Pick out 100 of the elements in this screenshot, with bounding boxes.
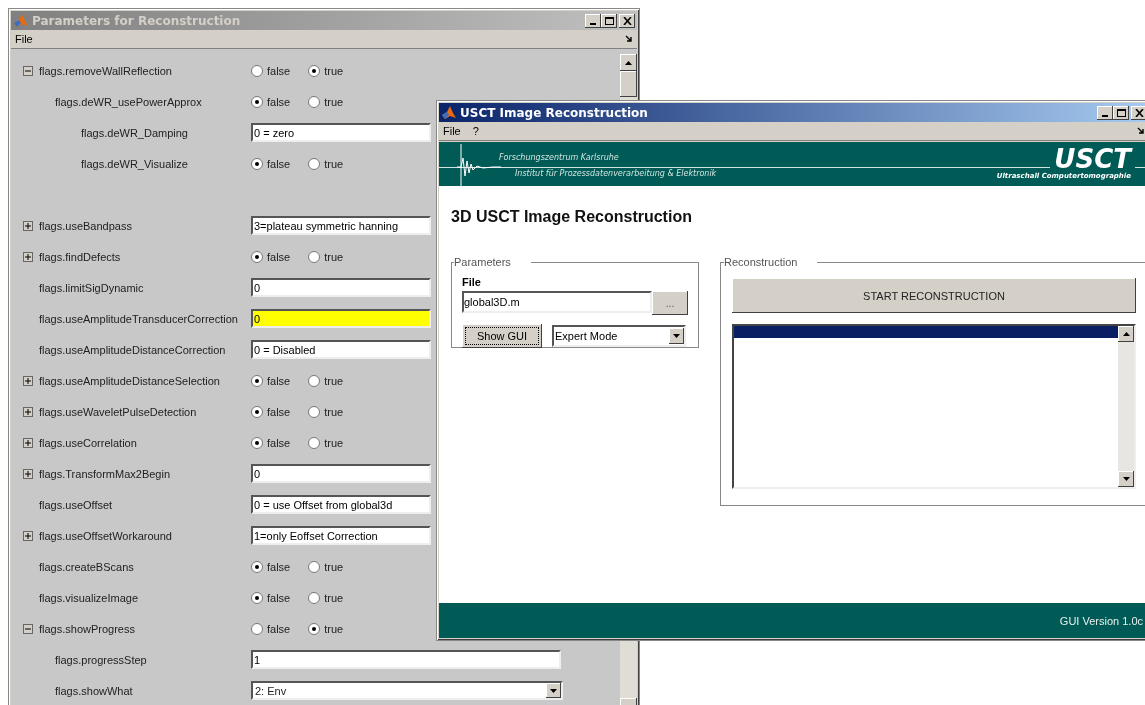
radio-icon[interactable]: [308, 436, 321, 449]
radio-icon[interactable]: [251, 64, 263, 77]
radio-option[interactable]: false: [251, 622, 291, 635]
surface-icon: [441, 104, 457, 121]
expand-icon[interactable]: [23, 375, 33, 386]
menu-item[interactable]: File: [15, 33, 33, 45]
radio-icon[interactable]: [251, 591, 263, 604]
input-field[interactable]: 1=only Eoffset Correction: [251, 526, 431, 545]
window-title: USCT Image Reconstruction: [460, 105, 649, 120]
scroll-up-icon[interactable]: [1122, 332, 1130, 336]
dock-arrow-icon[interactable]: [1137, 127, 1145, 135]
radio-icon[interactable]: [308, 374, 321, 387]
page-heading: 3D USCT Image Reconstruction: [451, 208, 693, 226]
dropdown-arrow-icon[interactable]: [673, 334, 680, 338]
radio-icon[interactable]: [251, 436, 263, 449]
parameter-label: flags.showProgress: [39, 622, 135, 635]
input-field[interactable]: 1: [251, 650, 561, 669]
input-field[interactable]: 0 = Disabled: [251, 340, 431, 359]
input-field[interactable]: 0 = use Offset from global3d: [251, 495, 431, 514]
radio-option[interactable]: true: [308, 64, 344, 77]
start-button[interactable]: START RECONSTRUCTION: [732, 278, 1136, 313]
expand-icon[interactable]: [23, 530, 33, 541]
mode-dropdown[interactable]: Expert Mode: [552, 325, 686, 347]
parameter-label: flags.removeWallReflection: [39, 64, 172, 77]
radio-option[interactable]: true: [308, 405, 344, 418]
scroll-down-icon[interactable]: [1122, 477, 1130, 481]
radio-option[interactable]: false: [251, 560, 291, 573]
radio-option[interactable]: true: [308, 374, 344, 387]
radio-icon[interactable]: [308, 250, 321, 263]
parameter-label: flags.useCorrelation: [39, 436, 137, 449]
radio-icon[interactable]: [308, 591, 321, 604]
scrollbar-thumb[interactable]: [620, 71, 637, 97]
menu-item[interactable]: ?: [472, 125, 479, 137]
file-field[interactable]: global3D.m: [462, 291, 652, 313]
radio-icon[interactable]: [251, 95, 263, 108]
expand-icon[interactable]: [23, 437, 33, 448]
radio-option[interactable]: true: [308, 622, 344, 635]
radio-icon[interactable]: [251, 250, 263, 263]
input-field[interactable]: 0 = zero: [251, 123, 431, 142]
menu-item[interactable]: File: [443, 125, 461, 137]
parameter-label: flags.useOffset: [39, 498, 113, 511]
radio-icon[interactable]: [251, 560, 263, 573]
expand-icon[interactable]: [23, 406, 33, 417]
expand-icon[interactable]: [23, 468, 33, 479]
parameter-label: flags.progressStep: [55, 653, 147, 666]
parameter-label: flags.TransformMax2Begin: [39, 467, 171, 480]
radio-icon[interactable]: [308, 622, 321, 635]
field-label: File: [462, 276, 482, 288]
parameter-label: flags.findDefects: [39, 250, 121, 263]
radio-option[interactable]: true: [308, 436, 344, 449]
expand-icon[interactable]: [23, 251, 33, 262]
dock-arrow-icon[interactable]: [625, 35, 633, 43]
radio-option[interactable]: true: [308, 95, 344, 108]
parameter-label: flags.deWR_Damping: [81, 126, 188, 139]
radio-option[interactable]: true: [308, 250, 344, 263]
input-field[interactable]: 0: [251, 464, 431, 483]
radio-icon[interactable]: [251, 374, 263, 387]
dropdown-arrow-icon[interactable]: [550, 688, 557, 693]
radio-icon[interactable]: [251, 405, 263, 418]
collapse-icon[interactable]: [23, 623, 33, 634]
expand-icon[interactable]: [23, 220, 33, 231]
radio-icon[interactable]: [308, 157, 321, 170]
radio-option[interactable]: false: [251, 157, 291, 170]
input-field[interactable]: 3=plateau symmetric hanning: [251, 216, 431, 235]
parameter-label: flags.limitSigDynamic: [39, 281, 144, 294]
radio-option[interactable]: false: [251, 374, 291, 387]
radio-icon[interactable]: [308, 560, 321, 573]
radio-option[interactable]: false: [251, 436, 291, 449]
dropdown[interactable]: 2: Env: [251, 681, 563, 700]
radio-icon[interactable]: [308, 64, 321, 77]
radio-option[interactable]: false: [251, 95, 291, 108]
parameter-label: flags.useBandpass: [39, 219, 132, 232]
show-gui-button[interactable]: Show GUI: [462, 324, 542, 348]
radio-option[interactable]: false: [251, 591, 291, 604]
group-title: Reconstruction: [724, 256, 799, 268]
radio-icon[interactable]: [251, 622, 263, 635]
parameter-label: flags.useAmplitudeDistanceCorrection: [39, 343, 226, 356]
radio-option[interactable]: false: [251, 250, 291, 263]
radio-icon[interactable]: [251, 157, 263, 170]
parameter-label: flags.createBScans: [39, 560, 134, 573]
parameter-label: flags.useWaveletPulseDetection: [39, 405, 197, 418]
radio-option[interactable]: true: [308, 157, 344, 170]
radio-option[interactable]: true: [308, 560, 344, 573]
banner-text: Forschungszentrum Karlsruhe: [499, 153, 619, 162]
log-list[interactable]: [732, 324, 1136, 489]
version-text: GUI Version 1.0c: [1059, 614, 1144, 627]
radio-option[interactable]: false: [251, 405, 291, 418]
scroll-up-icon[interactable]: [625, 60, 632, 65]
input-field[interactable]: 0: [251, 309, 431, 328]
parameter-label: flags.deWR_usePowerApprox: [55, 95, 202, 108]
radio-option[interactable]: true: [308, 591, 344, 604]
parameter-label: flags.visualizeImage: [39, 591, 139, 604]
input-field[interactable]: 0: [251, 278, 431, 297]
radio-icon[interactable]: [308, 405, 321, 418]
radio-icon[interactable]: [308, 95, 321, 108]
radio-option[interactable]: false: [251, 64, 291, 77]
browse-button[interactable]: ...: [652, 291, 688, 315]
scrollbar[interactable]: [1118, 326, 1134, 487]
collapse-icon[interactable]: [23, 65, 33, 76]
surface-icon: [13, 12, 29, 29]
